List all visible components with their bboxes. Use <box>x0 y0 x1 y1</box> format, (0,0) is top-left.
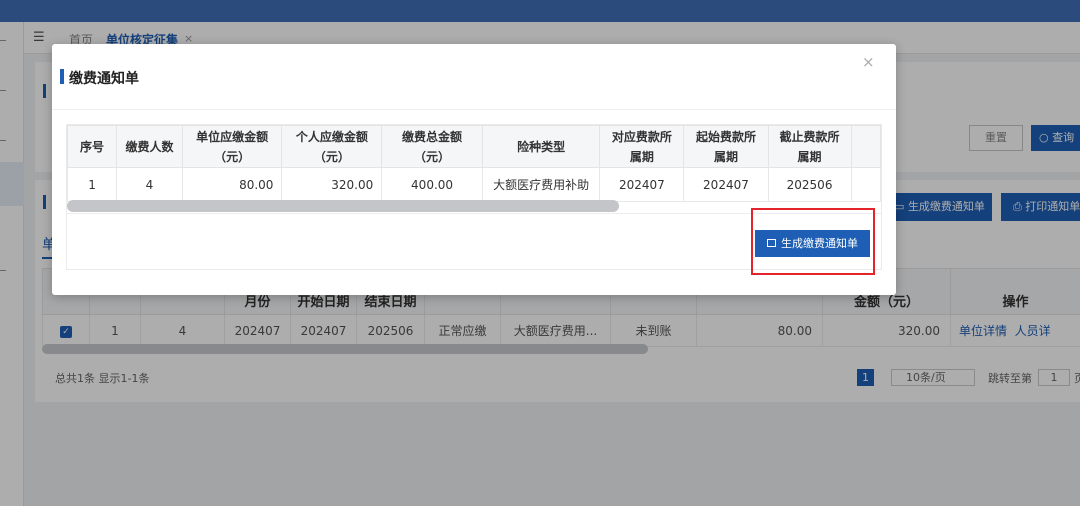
header-insurance-type: 险种类型 <box>481 125 601 168</box>
cell-total-amount: 400.00 <box>381 167 483 202</box>
header-period: 对应费款所 属期 <box>599 125 685 168</box>
cell-period: 202407 <box>599 167 685 202</box>
cell-overflow <box>850 167 881 202</box>
header-start-period: 起始费款所 属期 <box>683 125 769 168</box>
title-marker <box>60 69 64 84</box>
header-personal-amount: 个人应缴金额 （元） <box>281 125 383 168</box>
header-end-period: 截止费款所 属期 <box>767 125 852 168</box>
header-total-amount: 缴费总金额 （元） <box>381 125 483 168</box>
table-header-row: 序号 缴费人数 单位应缴金额 （元） 个人应缴金额 （元） 缴费总金额 （元） 险种类… <box>67 125 881 168</box>
cell-insurance-type: 大额医疗费用补助 <box>481 167 601 202</box>
cell-personal-amount: 320.00 <box>281 167 383 202</box>
highlight-annotation <box>751 208 875 275</box>
notice-table: 序号 缴费人数 单位应缴金额 （元） 个人应缴金额 （元） 缴费总金额 （元） 险种类… <box>67 125 881 202</box>
cell-end-period: 202506 <box>767 167 852 202</box>
cell-unit-amount: 80.00 <box>181 167 283 202</box>
cell-count: 4 <box>116 167 183 202</box>
close-icon[interactable]: × <box>862 54 875 70</box>
header-overflow <box>850 125 881 168</box>
cell-seq: 1 <box>67 167 118 202</box>
header-unit-amount: 单位应缴金额 （元） <box>181 125 283 168</box>
header-seq: 序号 <box>67 125 118 168</box>
cell-start-period: 202407 <box>683 167 769 202</box>
table-row: 1 4 80.00 320.00 400.00 大额医疗费用补助 202407 … <box>67 167 881 202</box>
dialog-title: 缴费通知单 <box>69 71 139 87</box>
header-count: 缴费人数 <box>116 125 183 168</box>
title-divider <box>52 109 896 110</box>
horizontal-scrollbar[interactable] <box>67 200 619 212</box>
